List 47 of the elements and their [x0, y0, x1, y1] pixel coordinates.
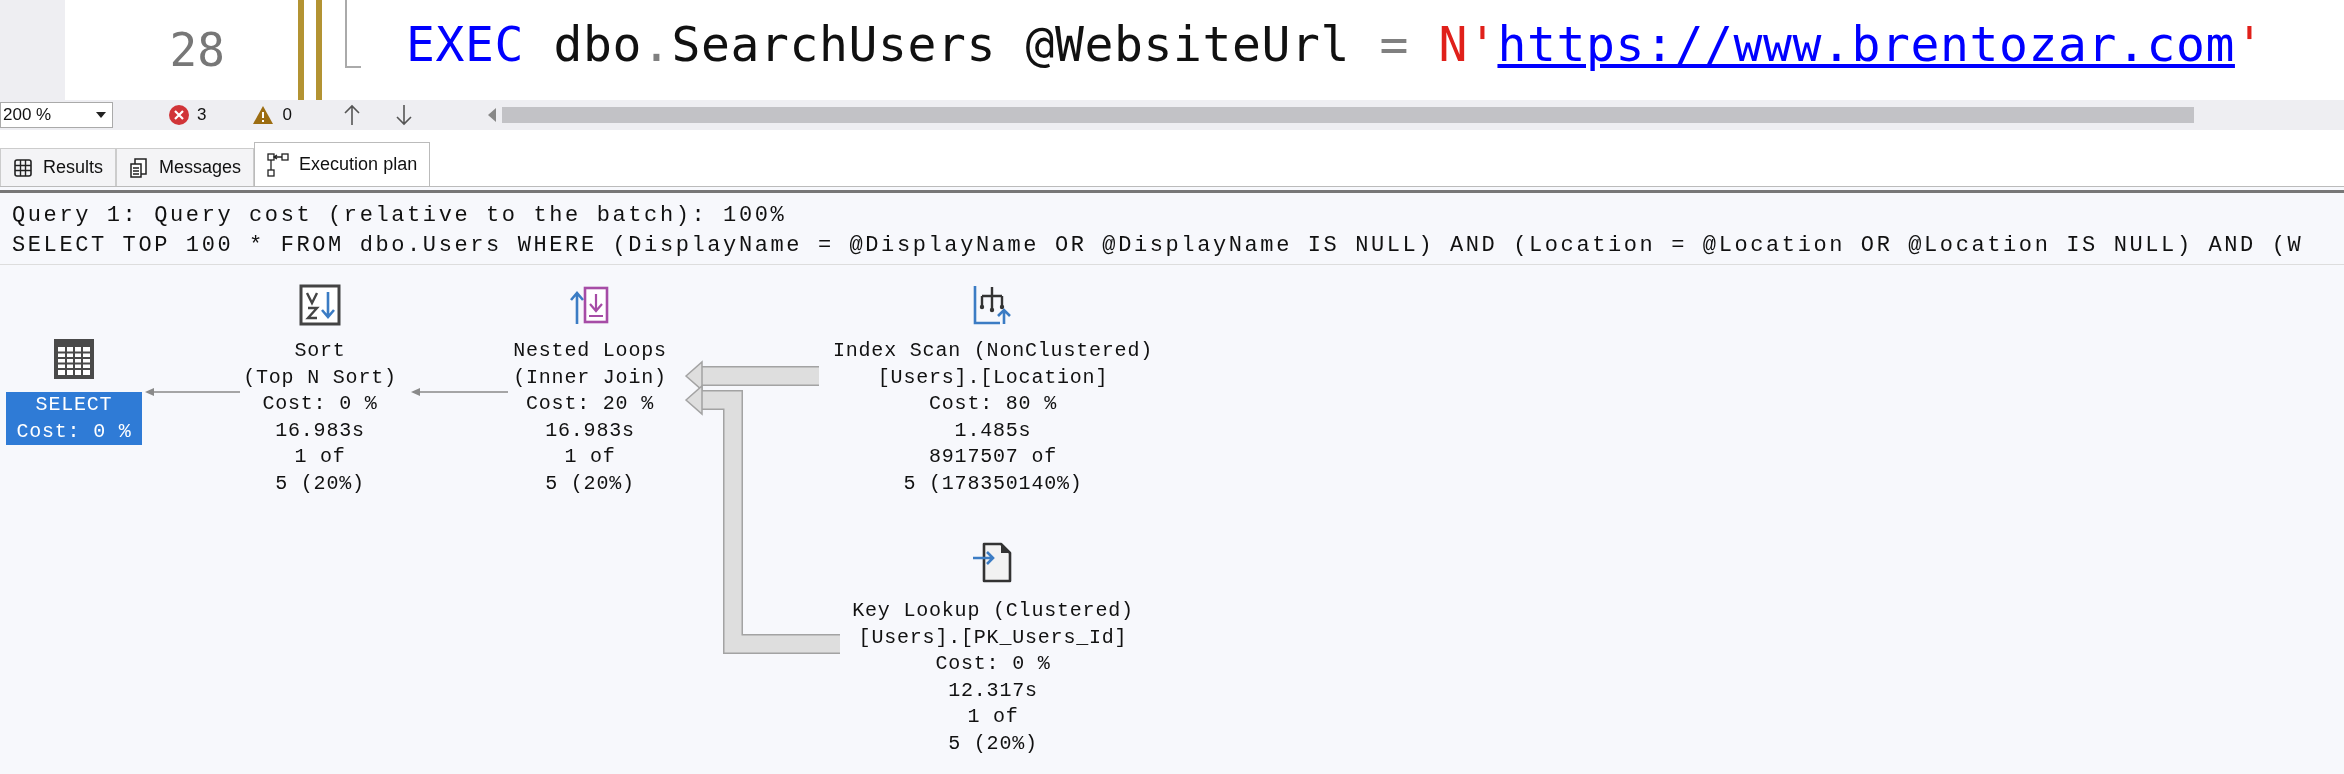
- messages-icon: [129, 156, 150, 179]
- node-text: 5 (178350140%): [902, 470, 1084, 497]
- caret-icon: [96, 112, 106, 118]
- node-text: 12.317s: [947, 677, 1039, 704]
- node-text: (Inner Join): [513, 364, 667, 391]
- tab[interactable]: Messages: [116, 148, 255, 186]
- node-text: Cost: 0 %: [15, 418, 133, 445]
- node-text: Sort: [293, 338, 347, 364]
- node-text: 1 of: [563, 444, 617, 470]
- query-text: SELECT TOP 100 * FROM dbo.Users WHERE (DisplayName = @DisplayName OR @DisplayName IS NULL) AND (Location = @Location OR @Location IS NULL) AND (W: [12, 232, 2305, 260]
- node-text: 1 of: [966, 704, 1020, 730]
- node-text: Key Lookup (Clustered): [852, 598, 1134, 624]
- grid-icon: [13, 157, 33, 178]
- node-text: (Top N Sort): [243, 364, 397, 391]
- line-number: 28: [168, 22, 225, 79]
- query-text: Query 1: Query cost (relative to the batch): 100%: [12, 202, 788, 230]
- node-text: Cost: 0 %: [934, 651, 1052, 677]
- node-text: [Users].[Location]: [876, 364, 1110, 391]
- node-text: 8917507 of: [928, 444, 1058, 470]
- node-text: [Users].[PK_Users_Id]: [857, 624, 1129, 651]
- tab[interactable]: Execution plan: [254, 142, 431, 186]
- down-arrow-icon[interactable]: [393, 103, 414, 127]
- node-text: Index Scan (NonClustered): [832, 338, 1154, 364]
- node-text: Cost: 20 %: [525, 391, 655, 417]
- selected-node-label[interactable]: SELECT Cost: 0 %: [6, 392, 142, 445]
- node-text: 5 (20%): [544, 470, 636, 497]
- node-text: SELECT: [34, 392, 114, 418]
- outline-bracket: [345, 0, 361, 68]
- zoom-dropdown[interactable]: 200 %: [0, 102, 113, 128]
- node-text: Cost: 80 %: [928, 391, 1058, 417]
- scrollbar-thumb[interactable]: [501, 107, 2194, 123]
- node-text: 1.485s: [953, 417, 1033, 444]
- plan-icon: [267, 152, 290, 177]
- sort-icon: [299, 284, 341, 326]
- table-icon: [51, 336, 97, 382]
- nested-loops-icon: [569, 284, 611, 326]
- tab[interactable]: Results: [0, 148, 117, 186]
- node-text: Nested Loops: [513, 338, 667, 364]
- node-text: 16.983s: [274, 417, 366, 444]
- node-text: 16.983s: [544, 417, 636, 444]
- node-text: Cost: 0 %: [261, 391, 379, 417]
- warnings-button[interactable]: 0: [252, 105, 292, 125]
- code-line: EXEC dbo.SearchUsers @WebsiteUrl = N'https://www.brentozar.com': [406, 15, 2265, 74]
- node-text: 1 of: [293, 444, 347, 470]
- document-arrow-icon: [972, 541, 1014, 583]
- node-text: 5 (20%): [274, 470, 366, 497]
- node-text: 5 (20%): [947, 730, 1039, 757]
